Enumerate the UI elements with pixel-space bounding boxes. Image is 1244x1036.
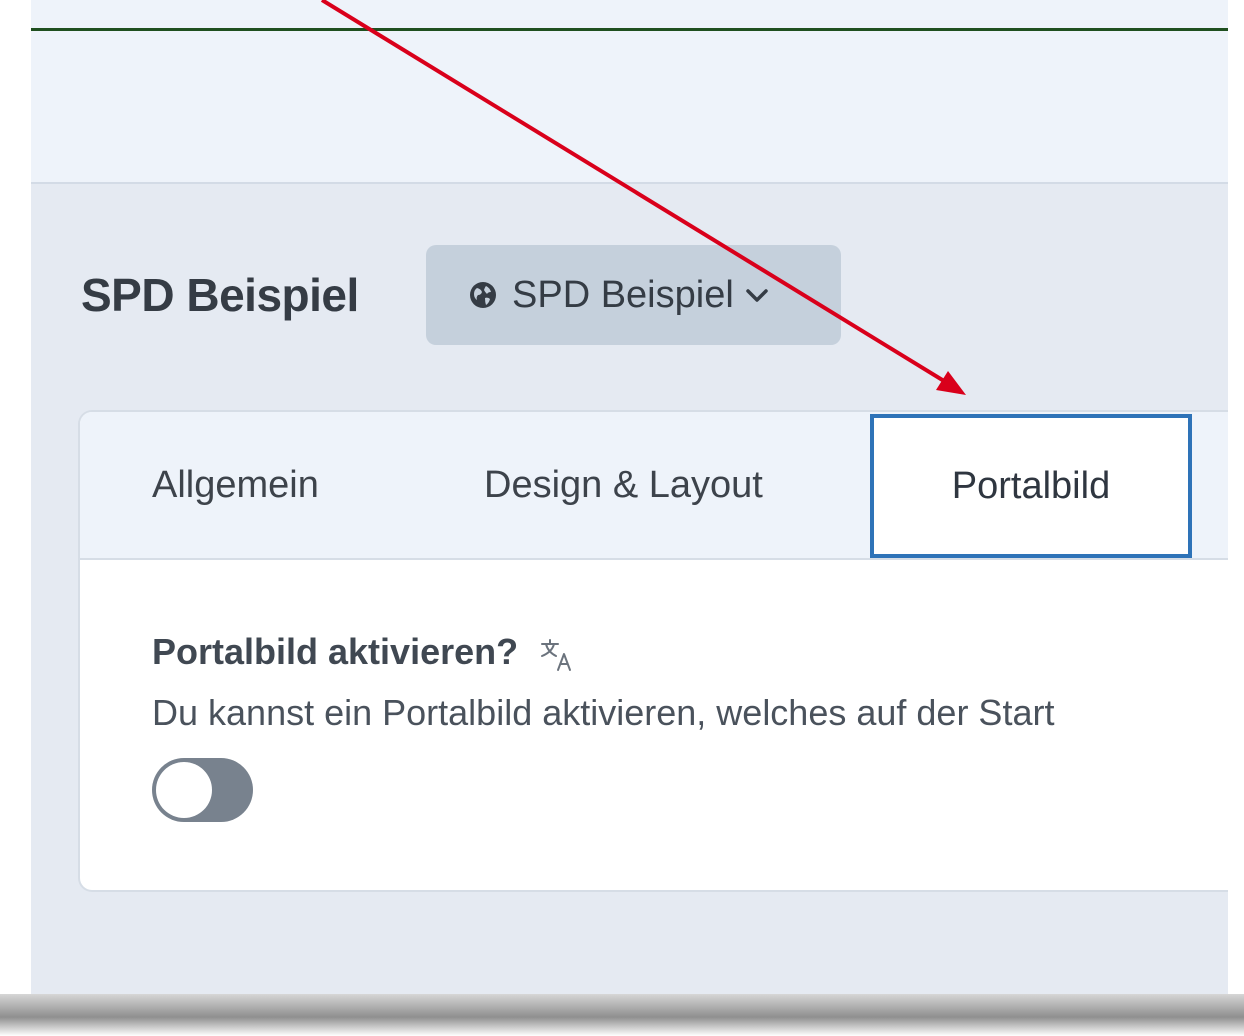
- tab-design-layout-label: Design & Layout: [484, 463, 763, 506]
- tab-portalbild-label: Portalbild: [951, 464, 1111, 507]
- tab-design-layout[interactable]: Design & Layout: [484, 412, 763, 558]
- tab-allgemein-label: Allgemein: [152, 463, 319, 506]
- tab-portalbild[interactable]: Portalbild: [870, 414, 1192, 558]
- app-viewport: SPD Beispiel SPD Beispiel Allgemein Desi…: [31, 0, 1228, 994]
- portalbild-toggle[interactable]: [152, 758, 253, 822]
- screenshot-frame: SPD Beispiel SPD Beispiel Allgemein Desi…: [0, 0, 1244, 1036]
- translate-icon[interactable]: [538, 636, 578, 676]
- site-selector-label: SPD Beispiel: [512, 273, 734, 316]
- site-selector-button[interactable]: SPD Beispiel: [426, 245, 841, 345]
- field-label-text: Portalbild aktivieren?: [152, 631, 519, 672]
- tab-allgemein[interactable]: Allgemein: [152, 412, 319, 558]
- tab-bar: Allgemein Design & Layout Portalbild: [80, 412, 1228, 560]
- toggle-knob: [156, 762, 212, 818]
- chevron-down-icon: [746, 289, 768, 302]
- field-label: Portalbild aktivieren?: [152, 628, 578, 676]
- field-description: Du kannst ein Portalbild aktivieren, wel…: [152, 692, 1055, 733]
- frame-shadow: [0, 994, 1244, 1036]
- globe-icon: [470, 282, 496, 308]
- top-accent-line: [31, 28, 1228, 31]
- settings-card: Allgemein Design & Layout Portalbild Por…: [78, 410, 1228, 892]
- page-title: SPD Beispiel: [81, 269, 359, 321]
